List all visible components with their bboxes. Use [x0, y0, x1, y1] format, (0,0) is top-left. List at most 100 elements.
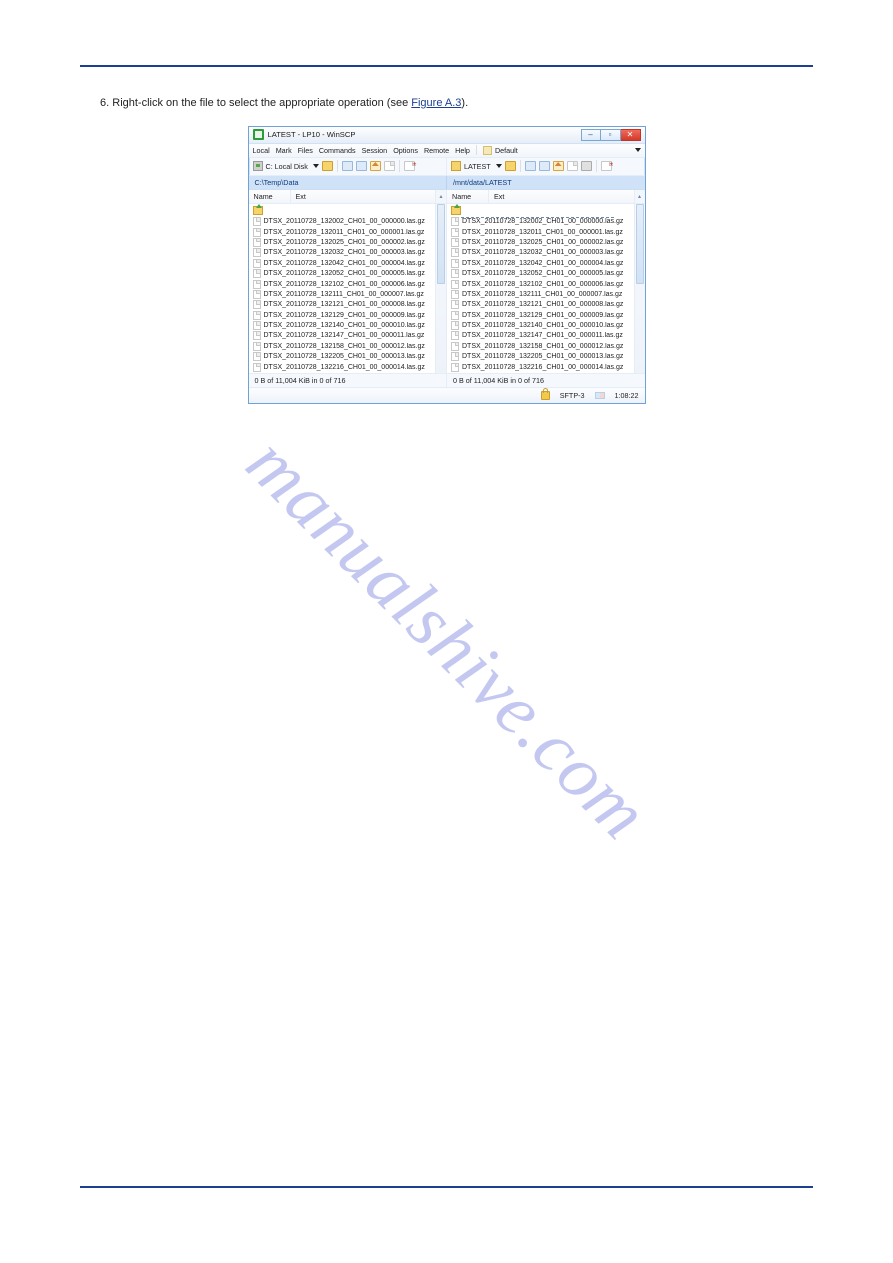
col-ext[interactable]: Ext	[291, 190, 436, 203]
file-row[interactable]: DTSX_20110728_132147_CH01_00_000011.las.…	[447, 331, 634, 341]
file-row[interactable]: DTSX_20110728_132025_CH01_00_000002.las.…	[249, 237, 436, 247]
refresh-icon[interactable]	[384, 161, 395, 171]
menu-help[interactable]: Help	[455, 146, 470, 155]
menu-commands[interactable]: Commands	[319, 146, 356, 155]
file-icon	[451, 352, 459, 361]
file-row[interactable]: DTSX_20110728_132002_CH01_00_000000.las.…	[249, 217, 436, 227]
close-button[interactable]: ✕	[621, 129, 641, 141]
file-row[interactable]: DTSX_20110728_132216_CH01_00_000014.las.…	[249, 362, 436, 372]
file-icon	[451, 363, 459, 372]
scrollbar-thumb[interactable]	[437, 204, 445, 284]
parent-dir-row-selected[interactable]	[447, 204, 634, 217]
maximize-button[interactable]: ▫	[601, 129, 621, 141]
folder-open-icon[interactable]	[322, 161, 333, 171]
file-row[interactable]: DTSX_20110728_132025_CH01_00_000002.las.…	[447, 237, 634, 247]
remote-column-header[interactable]: Name Ext ▴	[447, 190, 645, 204]
titlebar[interactable]: LATEST - LP10 - WinSCP – ▫ ✕	[249, 127, 645, 144]
file-row[interactable]: DTSX_20110728_132011_CH01_00_000001.las.…	[447, 227, 634, 237]
file-row[interactable]: DTSX_20110728_132102_CH01_00_000006.las.…	[447, 279, 634, 289]
file-row[interactable]: DTSX_20110728_132205_CH01_00_000013.las.…	[249, 352, 436, 362]
toolbar-separator	[337, 160, 338, 172]
elapsed-time: 1:08:22	[615, 391, 639, 400]
local-scrollbar[interactable]	[435, 204, 446, 374]
remote-dir-selector[interactable]: LATEST	[451, 161, 502, 171]
file-row[interactable]: DTSX_20110728_132121_CH01_00_000008.las.…	[447, 300, 634, 310]
file-row[interactable]: DTSX_20110728_132129_CH01_00_000009.las.…	[249, 310, 436, 320]
file-name: DTSX_20110728_132158_CH01_00_000012.las.…	[462, 343, 623, 350]
refresh-icon[interactable]	[567, 161, 578, 171]
chevron-down-icon	[313, 164, 319, 168]
file-name: DTSX_20110728_132042_CH01_00_000004.las.…	[264, 260, 425, 267]
remote-panel: Name Ext ▴ DTSX_20110728_132002_CH01_00_…	[446, 190, 645, 374]
file-row[interactable]: DTSX_20110728_132052_CH01_00_000005.las.…	[447, 268, 634, 278]
file-name: DTSX_20110728_132025_CH01_00_000002.las.…	[462, 239, 623, 246]
file-row[interactable]: DTSX_20110728_132032_CH01_00_000003.las.…	[249, 248, 436, 258]
file-name: DTSX_20110728_132032_CH01_00_000003.las.…	[462, 249, 623, 256]
local-column-header[interactable]: Name Ext ▴	[249, 190, 447, 204]
nav-forward-icon[interactable]	[356, 161, 367, 171]
menu-session[interactable]: Session	[362, 146, 388, 155]
local-disk-label: C: Local Disk	[266, 162, 308, 171]
file-icon	[253, 269, 261, 278]
parent-dir-row[interactable]	[249, 204, 436, 217]
nav-back-icon[interactable]	[342, 161, 353, 171]
col-ext[interactable]: Ext	[489, 190, 634, 203]
local-path[interactable]: C:\Temp\Data	[249, 176, 447, 189]
file-row[interactable]: DTSX_20110728_132140_CH01_00_000010.las.…	[249, 320, 436, 330]
file-row[interactable]: DTSX_20110728_132052_CH01_00_000005.las.…	[249, 268, 436, 278]
new-folder-icon[interactable]	[404, 161, 415, 171]
menu-local[interactable]: Local	[253, 146, 270, 155]
network-status-icon	[595, 392, 605, 399]
file-row[interactable]: DTSX_20110728_132121_CH01_00_000008.las.…	[249, 300, 436, 310]
file-row[interactable]: DTSX_20110728_132102_CH01_00_000006.las.…	[249, 279, 436, 289]
home-icon[interactable]	[370, 161, 381, 171]
file-name: DTSX_20110728_132140_CH01_00_000010.las.…	[462, 322, 623, 329]
file-name: DTSX_20110728_132129_CH01_00_000009.las.…	[264, 312, 425, 319]
file-row[interactable]: DTSX_20110728_132129_CH01_00_000009.las.…	[447, 310, 634, 320]
file-row[interactable]: DTSX_20110728_132011_CH01_00_000001.las.…	[249, 227, 436, 237]
preset-swatch-icon	[483, 146, 492, 155]
file-row[interactable]: DTSX_20110728_132140_CH01_00_000010.las.…	[447, 320, 634, 330]
toolbar-preset-default[interactable]: Default	[483, 146, 518, 155]
nav-back-icon[interactable]	[525, 161, 536, 171]
file-name: DTSX_20110728_132147_CH01_00_000011.las.…	[264, 332, 425, 339]
col-name[interactable]: Name	[249, 190, 291, 203]
toolbar-right: LATEST	[446, 158, 645, 175]
toolbar-separator	[596, 160, 597, 172]
menu-mark[interactable]: Mark	[276, 146, 292, 155]
file-panels: Name Ext ▴ DTSX_20110728_132002_CH01_00_…	[249, 190, 645, 375]
file-row[interactable]: DTSX_20110728_132147_CH01_00_000011.las.…	[249, 331, 436, 341]
file-row[interactable]: DTSX_20110728_132111_CH01_00_000007.las.…	[447, 289, 634, 299]
file-row[interactable]: DTSX_20110728_132002_CH01_00_000000.las.…	[447, 217, 634, 227]
file-row[interactable]: DTSX_20110728_132032_CH01_00_000003.las.…	[447, 248, 634, 258]
remote-scrollbar[interactable]	[634, 204, 645, 374]
folder-open-icon[interactable]	[505, 161, 516, 171]
nav-forward-icon[interactable]	[539, 161, 550, 171]
menu-remote[interactable]: Remote	[424, 146, 449, 155]
file-row[interactable]: DTSX_20110728_132205_CH01_00_000013.las.…	[447, 352, 634, 362]
remote-path[interactable]: /mnt/data/LATEST	[446, 176, 645, 189]
menu-files[interactable]: Files	[298, 146, 313, 155]
file-row[interactable]: DTSX_20110728_132042_CH01_00_000004.las.…	[447, 258, 634, 268]
file-row[interactable]: DTSX_20110728_132158_CH01_00_000012.las.…	[249, 341, 436, 351]
scroll-up-icon[interactable]: ▴	[435, 190, 446, 203]
scroll-up-icon[interactable]: ▴	[634, 190, 645, 203]
menubar-dropdown-icon[interactable]	[635, 148, 641, 152]
local-disk-selector[interactable]: C: Local Disk	[253, 161, 319, 171]
file-name: DTSX_20110728_132102_CH01_00_000006.las.…	[264, 281, 425, 288]
home-icon[interactable]	[553, 161, 564, 171]
find-icon[interactable]	[581, 161, 592, 171]
col-name[interactable]: Name	[447, 190, 489, 203]
toolbar-separator	[520, 160, 521, 172]
file-row[interactable]: DTSX_20110728_132111_CH01_00_000007.las.…	[249, 289, 436, 299]
scrollbar-thumb[interactable]	[636, 204, 644, 284]
file-row[interactable]: DTSX_20110728_132216_CH01_00_000014.las.…	[447, 362, 634, 372]
file-row[interactable]: DTSX_20110728_132158_CH01_00_000012.las.…	[447, 341, 634, 351]
intro-tail: ).	[461, 97, 468, 109]
minimize-button[interactable]: –	[581, 129, 601, 141]
menu-options[interactable]: Options	[393, 146, 418, 155]
file-name: DTSX_20110728_132216_CH01_00_000014.las.…	[462, 364, 623, 371]
figure-reference-link[interactable]: Figure A.3	[411, 97, 461, 109]
new-folder-icon[interactable]	[601, 161, 612, 171]
file-row[interactable]: DTSX_20110728_132042_CH01_00_000004.las.…	[249, 258, 436, 268]
